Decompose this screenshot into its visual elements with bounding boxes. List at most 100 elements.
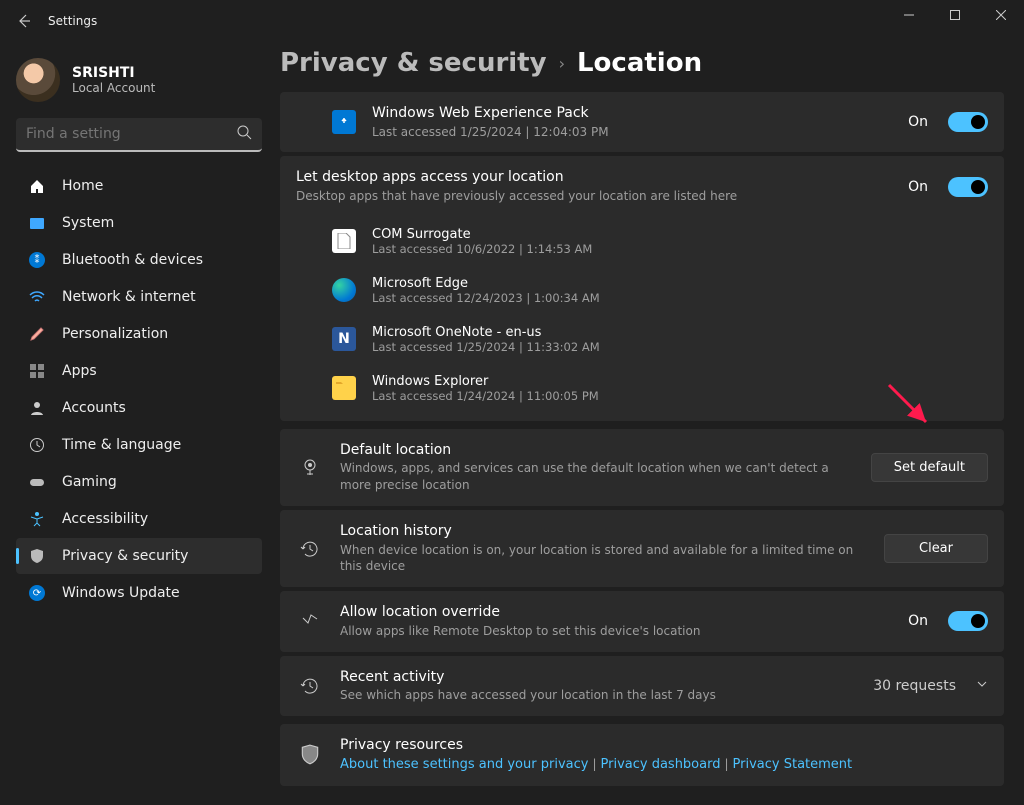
nav-accounts[interactable]: Accounts <box>16 390 262 426</box>
nav-label: Accessibility <box>62 511 148 527</box>
default-location-title: Default location <box>340 441 855 461</box>
toggle-state: On <box>908 613 928 629</box>
app-icon <box>332 110 356 134</box>
app-sub: Last accessed 12/24/2023 | 1:00:34 AM <box>372 291 988 305</box>
app-sub: Last accessed 1/25/2024 | 11:33:02 AM <box>372 340 988 354</box>
toggle-state: On <box>908 179 928 195</box>
set-default-button[interactable]: Set default <box>871 453 988 482</box>
recent-sub: See which apps have accessed your locati… <box>340 687 857 704</box>
nav-apps[interactable]: Apps <box>16 353 262 389</box>
history-sub: When device location is on, your locatio… <box>340 542 868 576</box>
user-account-type: Local Account <box>72 81 155 95</box>
accessibility-icon <box>28 510 46 528</box>
app-name: Windows Explorer <box>372 374 988 389</box>
card-location-history: Location history When device location is… <box>280 510 1004 587</box>
person-icon <box>28 399 46 417</box>
back-button[interactable] <box>4 1 44 41</box>
window-title: Settings <box>48 14 97 28</box>
privacy-link-dashboard[interactable]: Privacy dashboard <box>601 757 721 772</box>
nav-home[interactable]: Home <box>16 168 262 204</box>
recent-requests: 30 requests <box>873 678 956 694</box>
app-name: Microsoft Edge <box>372 276 988 291</box>
history-icon <box>296 535 324 563</box>
nav-gaming[interactable]: Gaming <box>16 464 262 500</box>
card-web-experience: Windows Web Experience Pack Last accesse… <box>280 92 1004 152</box>
nav-label: Time & language <box>62 437 181 453</box>
user-name: SRISHTI <box>72 65 155 81</box>
file-icon <box>332 229 356 253</box>
nav-label: Accounts <box>62 400 126 416</box>
nav-time-language[interactable]: Time & language <box>16 427 262 463</box>
app-sub: Last accessed 1/24/2024 | 11:00:05 PM <box>372 389 988 403</box>
privacy-link-statement[interactable]: Privacy Statement <box>733 757 853 772</box>
gaming-icon <box>28 473 46 491</box>
recent-title: Recent activity <box>340 668 857 688</box>
history-icon <box>296 672 324 700</box>
app-row: Windows Explorer Last accessed 1/24/2024… <box>280 364 1004 421</box>
breadcrumb: Privacy & security › Location <box>280 48 1004 78</box>
maximize-button[interactable] <box>932 0 978 30</box>
privacy-link-about[interactable]: About these settings and your privacy <box>340 757 588 772</box>
nav-network[interactable]: Network & internet <box>16 279 262 315</box>
nav-label: Privacy & security <box>62 548 188 564</box>
clock-icon <box>28 436 46 454</box>
close-button[interactable] <box>978 0 1024 30</box>
pin-icon <box>296 453 324 481</box>
app-row: COM Surrogate Last accessed 10/6/2022 | … <box>280 217 1004 266</box>
brush-icon <box>28 325 46 343</box>
override-sub: Allow apps like Remote Desktop to set th… <box>340 623 892 640</box>
card-location-override: Allow location override Allow apps like … <box>280 591 1004 651</box>
search-box[interactable] <box>16 118 262 152</box>
bluetooth-icon: ⁑ <box>28 251 46 269</box>
nav-system[interactable]: System <box>16 205 262 241</box>
nav-windows-update[interactable]: ⟳ Windows Update <box>16 575 262 611</box>
app-name: COM Surrogate <box>372 227 988 242</box>
breadcrumb-current: Location <box>577 48 702 78</box>
nav-accessibility[interactable]: Accessibility <box>16 501 262 537</box>
card-recent-activity[interactable]: Recent activity See which apps have acce… <box>280 656 1004 716</box>
card-privacy-resources: Privacy resources About these settings a… <box>280 724 1004 786</box>
folder-icon <box>332 376 356 400</box>
override-title: Allow location override <box>340 603 892 623</box>
nav-personalization[interactable]: Personalization <box>16 316 262 352</box>
breadcrumb-parent[interactable]: Privacy & security <box>280 48 547 78</box>
nav-label: System <box>62 215 114 231</box>
history-title: Location history <box>340 522 868 542</box>
row-web-experience[interactable]: Windows Web Experience Pack Last accesse… <box>280 92 1004 152</box>
clear-button[interactable]: Clear <box>884 534 988 563</box>
chevron-right-icon: › <box>559 54 565 73</box>
toggle-state: On <box>908 114 928 130</box>
app-sub: Last accessed 1/25/2024 | 12:04:03 PM <box>372 124 892 141</box>
toggle-web-experience[interactable] <box>948 112 988 132</box>
sidebar: SRISHTI Local Account Home System ⁑ Blue… <box>0 42 268 805</box>
privacy-title: Privacy resources <box>340 736 988 756</box>
nav-label: Personalization <box>62 326 168 342</box>
nav: Home System ⁑ Bluetooth & devices Networ… <box>16 168 262 611</box>
app-name: Windows Web Experience Pack <box>372 104 892 124</box>
minimize-button[interactable] <box>886 0 932 30</box>
update-icon: ⟳ <box>28 584 46 602</box>
default-location-sub: Windows, apps, and services can use the … <box>340 460 855 494</box>
app-name: Microsoft OneNote - en-us <box>372 325 988 340</box>
apps-icon <box>28 362 46 380</box>
home-icon <box>28 177 46 195</box>
nav-label: Windows Update <box>62 585 180 601</box>
chevron-down-icon <box>976 678 988 693</box>
edge-icon <box>332 278 356 302</box>
toggle-desktop-apps[interactable] <box>948 177 988 197</box>
nav-privacy-security[interactable]: Privacy & security <box>16 538 262 574</box>
search-icon <box>236 124 252 144</box>
nav-label: Network & internet <box>62 289 196 305</box>
onenote-icon: N <box>332 327 356 351</box>
content: Privacy & security › Location Windows We… <box>268 42 1024 805</box>
search-input[interactable] <box>26 126 236 142</box>
desktop-apps-sub: Desktop apps that have previously access… <box>296 188 892 205</box>
shield-icon <box>28 547 46 565</box>
user-block[interactable]: SRISHTI Local Account <box>16 50 262 118</box>
nav-bluetooth[interactable]: ⁑ Bluetooth & devices <box>16 242 262 278</box>
app-row: Microsoft Edge Last accessed 12/24/2023 … <box>280 266 1004 315</box>
arrow-left-icon <box>16 13 32 29</box>
toggle-override[interactable] <box>948 611 988 631</box>
wifi-icon <box>28 288 46 306</box>
avatar <box>16 58 60 102</box>
